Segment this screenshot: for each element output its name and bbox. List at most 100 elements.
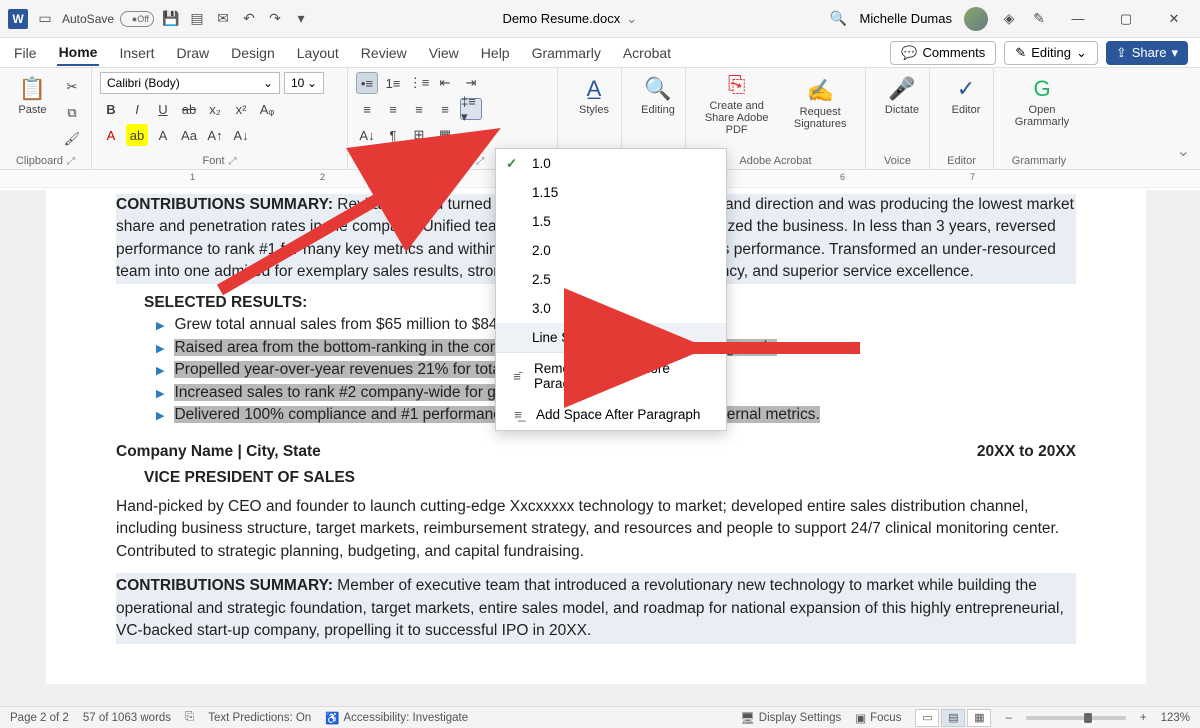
styles-button[interactable]: A̲Styles [566,72,622,120]
clear-format-button[interactable]: Aᵩ [256,98,278,120]
highlight-button[interactable]: ab [126,124,148,146]
grammarly-group-label: Grammarly [1002,153,1076,167]
decrease-indent-button[interactable]: ⇤ [434,72,456,94]
zoom-out-button[interactable]: – [1005,712,1011,724]
tab-draw[interactable]: Draw [174,41,211,65]
tab-layout[interactable]: Layout [295,41,341,65]
underline-button[interactable]: U [152,98,174,120]
annotation-arrow-1 [210,130,500,305]
ls-option-115[interactable]: 1.15 [496,178,726,207]
zoom-in-button[interactable]: + [1140,712,1147,724]
align-left-button[interactable]: ≡ [356,98,378,120]
print-layout-button[interactable]: ▤ [941,709,965,727]
diamond-icon[interactable]: ◈ [1000,10,1018,28]
redo-icon[interactable]: ↷ [266,10,284,28]
accessibility-check[interactable]: ♿ Accessibility: Investigate [325,711,468,725]
multilevel-button[interactable]: ⋮≡ [408,72,430,94]
paste-button[interactable]: 📋Paste [8,72,57,120]
subscript-button[interactable]: x₂ [204,98,226,120]
share-button[interactable]: ⇪Share▾ [1106,41,1188,65]
strikethrough-button[interactable]: ab [178,98,200,120]
language-icon[interactable]: ⎘ [185,711,194,724]
copy-icon[interactable]: ⧉ [61,102,83,124]
align-center-button[interactable]: ≡ [382,98,404,120]
dictate-button[interactable]: 🎤Dictate [874,72,930,120]
clipboard-launcher-icon[interactable]: ⤢ [67,156,75,167]
web-layout-button[interactable]: ▦ [967,709,991,727]
justify-button[interactable]: ≡ [434,98,456,120]
tab-review[interactable]: Review [359,41,409,65]
quick-print-icon[interactable]: ▤ [188,10,206,28]
superscript-button[interactable]: x² [230,98,252,120]
voice-group-label: Voice [874,153,921,167]
request-signatures-button[interactable]: ✍Request Signatures [783,74,857,134]
increase-indent-button[interactable]: ⇥ [460,72,482,94]
tab-home[interactable]: Home [57,40,100,66]
word-app-icon: W [8,9,28,29]
undo-icon[interactable]: ↶ [240,10,258,28]
tab-insert[interactable]: Insert [117,41,156,65]
open-grammarly-button[interactable]: GOpen Grammarly [1002,72,1082,132]
ribbon-collapse-icon[interactable]: ⌄ [1177,141,1190,161]
line-spacing-button[interactable]: ‡≡ ▾ [460,98,482,120]
titlebar: W ▭ AutoSave ●Off 💾 ▤ ✉ ↶ ↷ ▾ Demo Resum… [0,0,1200,38]
line-spacing-menu: 1.0 1.15 1.5 2.0 2.5 3.0 Line Spacing Op… [495,148,727,431]
numbering-button[interactable]: 1≡ [382,72,404,94]
align-right-button[interactable]: ≡ [408,98,430,120]
change-case-button[interactable]: Aa [178,124,200,146]
minimize-button[interactable]: — [1060,5,1096,33]
ls-add-after[interactable]: ≡̲Add Space After Paragraph [496,399,726,430]
search-icon[interactable]: 🔍 [830,10,848,28]
ls-option-2[interactable]: 2.0 [496,236,726,265]
word-count[interactable]: 57 of 1063 words [83,712,171,724]
editor-button[interactable]: ✓Editor [938,72,994,120]
avatar[interactable] [964,7,988,31]
save-icon[interactable]: 💾 [162,10,180,28]
ls-option-25[interactable]: 2.5 [496,265,726,294]
autosave-toggle[interactable]: AutoSave ●Off [62,11,154,27]
title-dropdown-icon[interactable]: ⌄ [626,11,637,27]
cut-icon[interactable]: ✂ [61,76,83,98]
wand-icon[interactable]: ✎ [1030,10,1048,28]
ls-option-1[interactable]: 1.0 [496,149,726,178]
font-color-button[interactable]: A [100,124,122,146]
font-name-combo[interactable]: Calibri (Body)⌄ [100,72,280,94]
page-indicator[interactable]: Page 2 of 2 [10,712,69,724]
qat-dropdown-icon[interactable]: ▾ [292,10,310,28]
italic-button[interactable]: I [126,98,148,120]
comments-button[interactable]: 💬Comments [890,41,996,65]
tab-grammarly[interactable]: Grammarly [530,41,603,65]
job-description: Hand-picked by CEO and founder to launch… [116,496,1076,563]
tab-file[interactable]: File [12,41,39,65]
doc-icon[interactable]: ▭ [36,10,54,28]
company-name: Company Name | City, State [116,441,321,463]
ls-option-15[interactable]: 1.5 [496,207,726,236]
ls-option-3[interactable]: 3.0 [496,294,726,323]
tab-design[interactable]: Design [229,41,277,65]
font-size-combo[interactable]: 10⌄ [284,72,324,94]
document-title[interactable]: Demo Resume.docx [502,11,620,26]
zoom-slider[interactable] [1026,716,1126,720]
bullets-button[interactable]: •≡ [356,72,378,94]
create-pdf-button[interactable]: ⎘Create and Share Adobe PDF [694,68,779,140]
annotation-arrow-2 [670,328,870,373]
read-mode-button[interactable]: ▭ [915,709,939,727]
clipboard-label: Clipboard [16,155,63,167]
find-button[interactable]: 🔍Editing [630,72,686,120]
zoom-level[interactable]: 123% [1161,712,1190,724]
tab-help[interactable]: Help [479,41,512,65]
text-predictions[interactable]: Text Predictions: On [208,712,311,724]
format-painter-icon[interactable]: 🖌 [61,128,83,150]
maximize-button[interactable]: ▢ [1108,5,1144,33]
menubar: File Home Insert Draw Design Layout Revi… [0,38,1200,68]
tab-view[interactable]: View [427,41,461,65]
text-effects-button[interactable]: A [152,124,174,146]
focus-mode[interactable]: ▣ Focus [855,711,901,725]
close-button[interactable]: ✕ [1156,5,1192,33]
mail-icon[interactable]: ✉ [214,10,232,28]
editing-mode-button[interactable]: ✎Editing⌄ [1004,41,1098,65]
tab-acrobat[interactable]: Acrobat [621,41,673,65]
user-name[interactable]: Michelle Dumas [860,11,952,26]
display-settings[interactable]: 🖥 Display Settings [740,711,841,725]
bold-button[interactable]: B [100,98,122,120]
